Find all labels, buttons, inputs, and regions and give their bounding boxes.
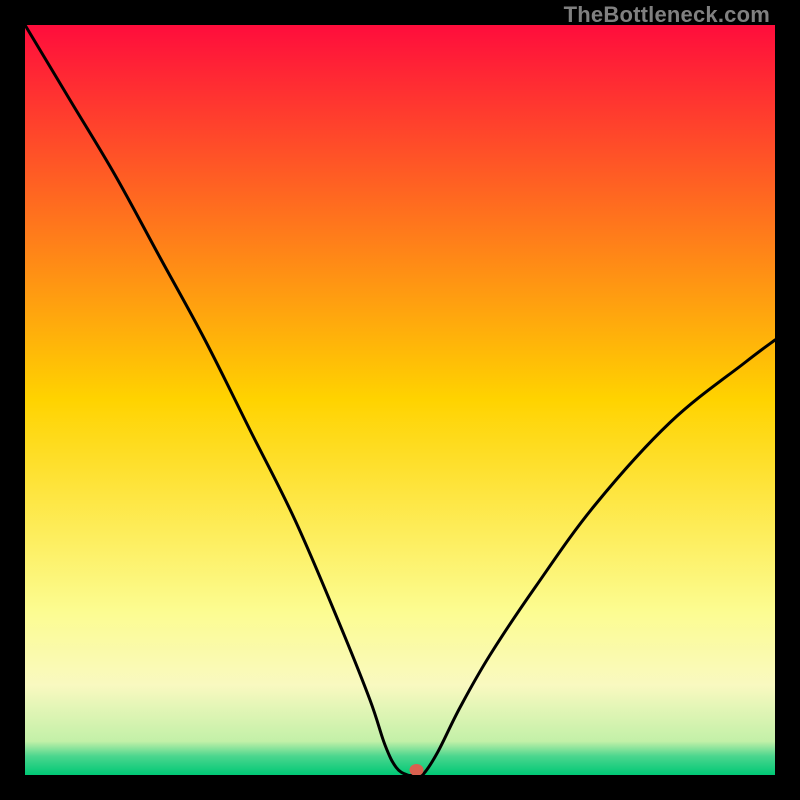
gradient-background — [25, 25, 775, 775]
chart-svg — [25, 25, 775, 775]
watermark-text: TheBottleneck.com — [564, 2, 770, 28]
plot-area — [25, 25, 775, 775]
chart-frame: TheBottleneck.com — [0, 0, 800, 800]
